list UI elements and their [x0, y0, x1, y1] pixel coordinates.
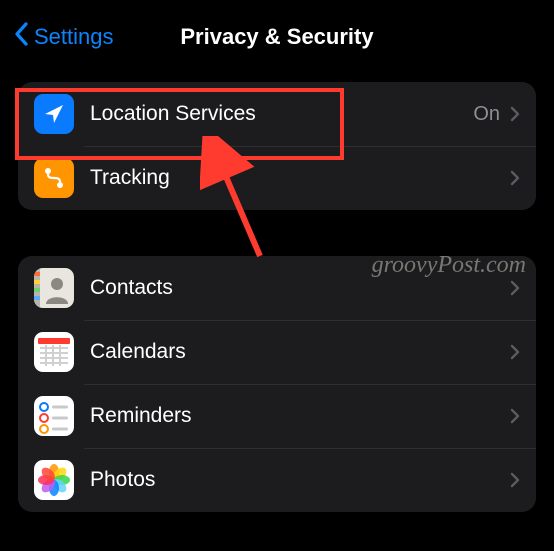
- location-services-icon: [34, 94, 74, 134]
- back-label: Settings: [34, 24, 114, 50]
- chevron-right-icon: [510, 106, 520, 122]
- row-label: Location Services: [90, 102, 473, 126]
- row-label: Photos: [90, 468, 510, 492]
- settings-group-1: Location Services On Tracking: [18, 82, 536, 210]
- back-button[interactable]: Settings: [14, 22, 114, 52]
- row-location-services[interactable]: Location Services On: [18, 82, 536, 146]
- chevron-left-icon: [14, 22, 30, 52]
- chevron-right-icon: [510, 170, 520, 186]
- row-tracking[interactable]: Tracking: [18, 146, 536, 210]
- row-label: Reminders: [90, 404, 510, 428]
- reminders-icon: [34, 396, 74, 436]
- row-photos[interactable]: Photos: [18, 448, 536, 512]
- calendars-icon: [34, 332, 74, 372]
- settings-group-2: Contacts Calendars: [18, 256, 536, 512]
- chevron-right-icon: [510, 344, 520, 360]
- row-label: Calendars: [90, 340, 510, 364]
- chevron-right-icon: [510, 280, 520, 296]
- row-value: On: [473, 103, 500, 126]
- row-label: Contacts: [90, 276, 510, 300]
- chevron-right-icon: [510, 408, 520, 424]
- row-contacts[interactable]: Contacts: [18, 256, 536, 320]
- chevron-right-icon: [510, 472, 520, 488]
- row-reminders[interactable]: Reminders: [18, 384, 536, 448]
- row-calendars[interactable]: Calendars: [18, 320, 536, 384]
- row-label: Tracking: [90, 166, 510, 190]
- nav-bar: Settings Privacy & Security: [0, 0, 554, 70]
- photos-icon: [34, 460, 74, 500]
- contacts-icon: [34, 268, 74, 308]
- tracking-icon: [34, 158, 74, 198]
